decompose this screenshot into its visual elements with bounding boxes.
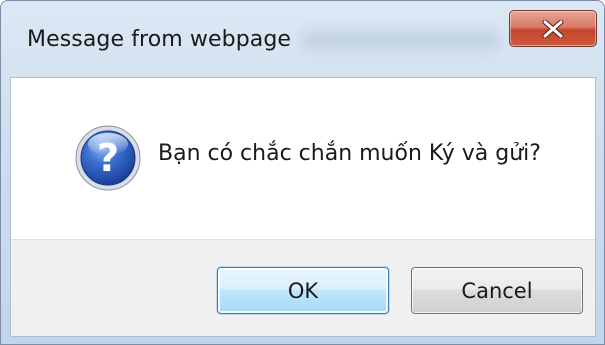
- message-text: Bạn có chắc chắn muốn Ký và gửi?: [158, 141, 541, 166]
- dialog-content: ? Bạn có chắc chắn muốn Ký và gửi? OK Ca…: [10, 77, 596, 337]
- title-bar[interactable]: Message from webpage: [1, 1, 604, 77]
- button-area: OK Cancel: [11, 239, 595, 336]
- title-bar-reflection: [301, 29, 501, 51]
- svg-text:?: ?: [97, 136, 119, 180]
- message-area: ? Bạn có chắc chắn muốn Ký và gửi?: [11, 78, 595, 239]
- close-button[interactable]: [509, 10, 597, 47]
- message-dialog: Message from webpage ? Bạn có chắc chắn …: [0, 0, 605, 345]
- window-title: Message from webpage: [27, 27, 292, 52]
- cancel-button[interactable]: Cancel: [411, 267, 583, 314]
- close-x-icon: [542, 19, 564, 38]
- ok-button[interactable]: OK: [217, 267, 389, 314]
- question-icon: ?: [75, 125, 141, 191]
